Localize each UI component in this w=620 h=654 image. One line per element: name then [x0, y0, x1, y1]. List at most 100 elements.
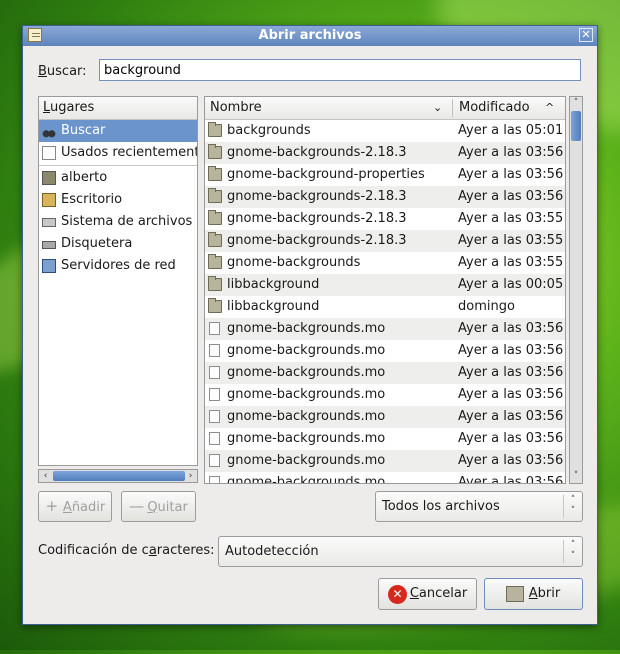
sidebar-item-alberto[interactable]: alberto	[39, 167, 197, 189]
file-name: gnome-backgrounds.mo	[227, 387, 386, 402]
file-row[interactable]: gnome-backgrounds-2.18.3 Ayer a las 03:55	[205, 230, 565, 252]
folder-icon	[208, 188, 222, 203]
file-name: gnome-background-properties	[227, 167, 425, 182]
file-modified: Ayer a las 03:56	[458, 189, 564, 204]
file-row[interactable]: gnome-backgrounds.mo Ayer a las 03:56	[205, 318, 565, 340]
window-title: Abrir archivos	[258, 28, 362, 43]
scroll-left-icon[interactable]: ‹	[39, 470, 52, 482]
cancel-icon: ✕	[388, 585, 407, 604]
file-modified: Ayer a las 03:55	[458, 211, 564, 226]
sidebar-item-usados-recientemente[interactable]: Usados recientemente	[39, 142, 197, 164]
file-modified: Ayer a las 03:56	[458, 453, 564, 468]
file-row[interactable]: gnome-backgrounds.mo Ayer a las 03:56	[205, 450, 565, 472]
file-row[interactable]: gnome-backgrounds.mo Ayer a las 03:56	[205, 362, 565, 384]
sidebar-item-buscar[interactable]: Buscar	[39, 120, 197, 142]
file-name: gnome-backgrounds-2.18.3	[227, 211, 407, 226]
folder-icon	[208, 232, 222, 247]
updown-arrows-icon: ˄ ˅	[563, 495, 582, 518]
scroll-up-icon[interactable]: ˄	[570, 97, 582, 110]
sidebar-item-label: Escritorio	[61, 192, 123, 207]
file-row[interactable]: gnome-background-properties Ayer a las 03…	[205, 164, 565, 186]
encoding-dropdown[interactable]: Autodetección ˄ ˅	[218, 536, 583, 567]
encoding-value: Autodetección	[225, 544, 319, 559]
file-row[interactable]: libbackground domingo	[205, 296, 565, 318]
sidebar-item-servidores-de-red[interactable]: Servidores de red	[39, 255, 197, 277]
column-header-name[interactable]: Nombre	[210, 97, 262, 119]
places-list: Buscar Usados recientemente alberto Escrito…	[39, 120, 197, 277]
sidebar-item-escritorio[interactable]: Escritorio	[39, 189, 197, 211]
scroll-right-icon[interactable]: ›	[184, 470, 197, 482]
column-divider[interactable]	[452, 99, 453, 117]
file-row[interactable]: gnome-backgrounds.mo Ayer a las 03:56	[205, 472, 565, 484]
sort-ascending-icon[interactable]: ^	[545, 97, 554, 119]
places-horizontal-scrollbar[interactable]: ‹ ›	[38, 469, 198, 483]
file-name: gnome-backgrounds.mo	[227, 453, 386, 468]
file-name: gnome-backgrounds.mo	[227, 343, 386, 358]
file-modified: Ayer a las 03:56	[458, 475, 564, 484]
file-name: gnome-backgrounds.mo	[227, 365, 386, 380]
file-modified: Ayer a las 03:56	[458, 431, 564, 446]
home-folder-icon	[42, 171, 56, 185]
file-name: gnome-backgrounds-2.18.3	[227, 145, 407, 160]
file-row[interactable]: gnome-backgrounds.mo Ayer a las 03:56	[205, 406, 565, 428]
file-name: gnome-backgrounds.mo	[227, 409, 386, 424]
file-row[interactable]: backgrounds Ayer a las 05:01	[205, 120, 565, 142]
file-icon	[209, 366, 220, 379]
harddisk-icon	[42, 218, 56, 227]
file-modified: Ayer a las 03:55	[458, 233, 564, 248]
folder-icon	[208, 298, 222, 313]
sidebar-item-label: Disquetera	[61, 236, 133, 251]
file-icon	[209, 388, 220, 401]
scrollbar-thumb[interactable]	[571, 111, 581, 141]
column-header-modified[interactable]: Modificado	[459, 97, 530, 119]
places-panel: Lugares Buscar Usados recientemente albert…	[38, 96, 198, 466]
file-modified: Ayer a las 03:56	[458, 387, 564, 402]
file-row[interactable]: gnome-backgrounds-2.18.3 Ayer a las 03:55	[205, 208, 565, 230]
file-name: gnome-backgrounds-2.18.3	[227, 233, 407, 248]
file-row[interactable]: libbackground Ayer a las 00:05	[205, 274, 565, 296]
cancel-button[interactable]: ✕ Cancelar	[378, 578, 477, 610]
open-folder-icon	[506, 586, 524, 602]
minus-icon: —	[129, 497, 145, 515]
file-name: gnome-backgrounds.mo	[227, 431, 386, 446]
file-list-vertical-scrollbar[interactable]: ˄ ˅	[569, 96, 583, 484]
file-modified: domingo	[458, 299, 515, 314]
file-filter-value: Todos los archivos	[382, 499, 500, 514]
file-name: gnome-backgrounds	[227, 255, 361, 270]
file-list: Nombre ⌄ Modificado ^ backgrounds Ayer a …	[204, 96, 566, 484]
file-icon	[209, 454, 220, 467]
folder-icon	[208, 166, 222, 181]
folder-icon	[208, 122, 222, 137]
scroll-down-icon[interactable]: ˅	[570, 470, 582, 483]
scrollbar-thumb[interactable]	[53, 471, 185, 481]
open-button[interactable]: Abrir	[484, 578, 583, 610]
plus-icon: +	[45, 497, 59, 515]
file-row[interactable]: gnome-backgrounds-2.18.3 Ayer a las 03:56	[205, 142, 565, 164]
title-bar[interactable]: Abrir archivos ✕	[23, 26, 597, 46]
search-input[interactable]	[99, 59, 581, 81]
file-filter-dropdown[interactable]: Todos los archivos ˄ ˅	[375, 491, 583, 522]
file-icon	[209, 476, 220, 483]
sidebar-item-sistema-de-archivos[interactable]: Sistema de archivos	[39, 211, 197, 233]
sidebar-item-disquetera[interactable]: Disquetera	[39, 233, 197, 255]
file-icon	[209, 432, 220, 445]
file-row[interactable]: gnome-backgrounds.mo Ayer a las 03:56	[205, 340, 565, 362]
desktop-icon	[42, 193, 56, 207]
places-header[interactable]: Lugares	[39, 97, 197, 120]
add-bookmark-button[interactable]: + Añadir	[38, 491, 112, 522]
file-modified: Ayer a las 03:55	[458, 255, 564, 270]
file-row[interactable]: gnome-backgrounds.mo Ayer a las 03:56	[205, 384, 565, 406]
file-modified: Ayer a las 03:56	[458, 365, 564, 380]
folder-icon	[208, 210, 222, 225]
folder-icon	[208, 276, 222, 291]
folder-icon	[208, 144, 222, 159]
file-row[interactable]: gnome-backgrounds-2.18.3 Ayer a las 03:56	[205, 186, 565, 208]
file-icon	[209, 322, 220, 335]
sidebar-item-label: Servidores de red	[61, 258, 176, 273]
folder-icon	[208, 254, 222, 269]
close-button[interactable]: ✕	[579, 28, 593, 42]
file-row[interactable]: gnome-backgrounds.mo Ayer a las 03:56	[205, 428, 565, 450]
file-row[interactable]: gnome-backgrounds Ayer a las 03:55	[205, 252, 565, 274]
remove-bookmark-button[interactable]: — Quitar	[121, 491, 196, 522]
chevron-down-icon[interactable]: ⌄	[433, 97, 442, 119]
